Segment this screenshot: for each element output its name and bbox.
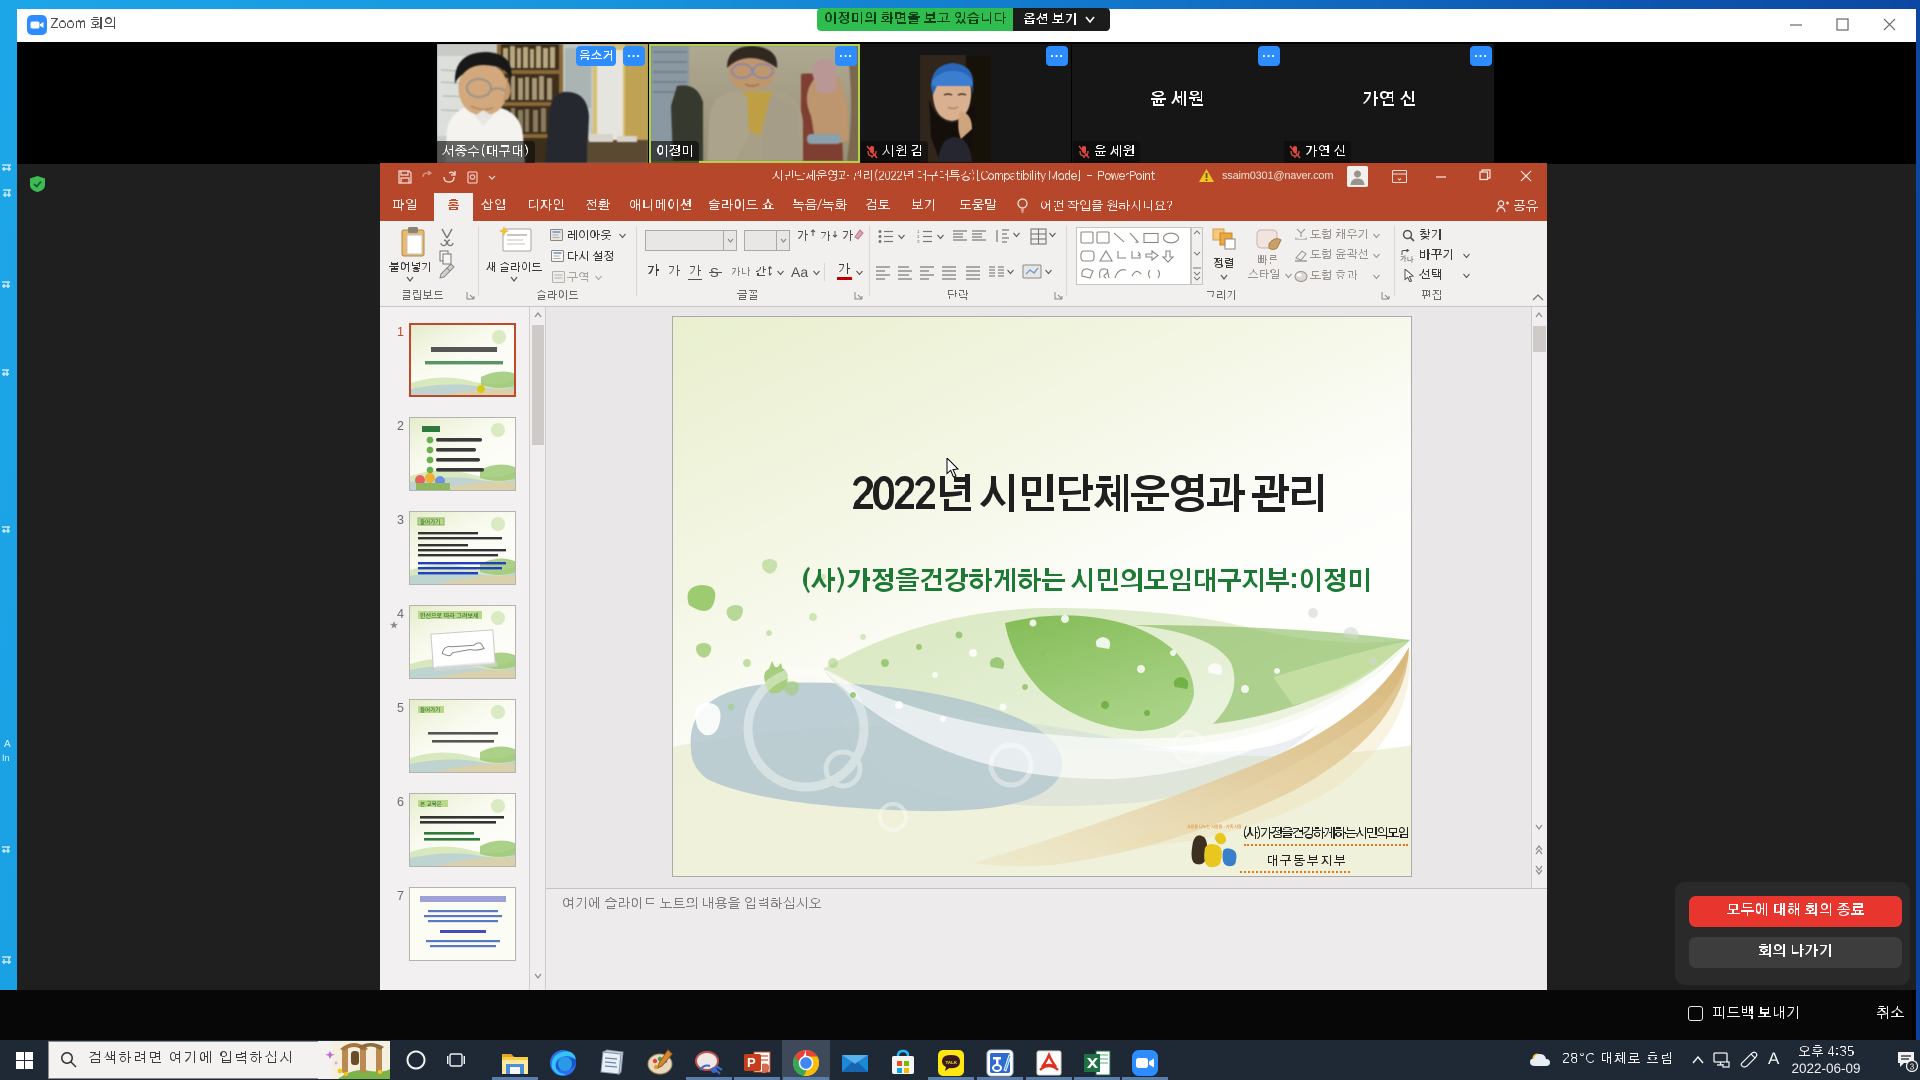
svg-text:A: A: [4, 739, 11, 750]
svg-text:3: 3: [1910, 1063, 1915, 1072]
svg-text:P: P: [747, 1055, 756, 1070]
svg-text:본 교육은: 본 교육은: [420, 801, 442, 808]
svg-text:사랑을 나누는 사람들 - 가족 사랑: 사랑을 나누는 사람들 - 가족 사랑: [1187, 823, 1242, 829]
svg-text:TALK: TALK: [946, 1060, 958, 1065]
svg-text:3: 3: [917, 239, 920, 243]
svg-text:들어가기: 들어가기: [420, 706, 440, 714]
svg-text:가: 가: [1400, 254, 1407, 263]
svg-text:한선으로 따라 그려보세: 한선으로 따라 그려보세: [420, 612, 479, 620]
svg-text:In: In: [2, 753, 10, 763]
svg-text:나: 나: [1407, 255, 1414, 263]
svg-text:들어가기: 들어가기: [420, 518, 440, 526]
